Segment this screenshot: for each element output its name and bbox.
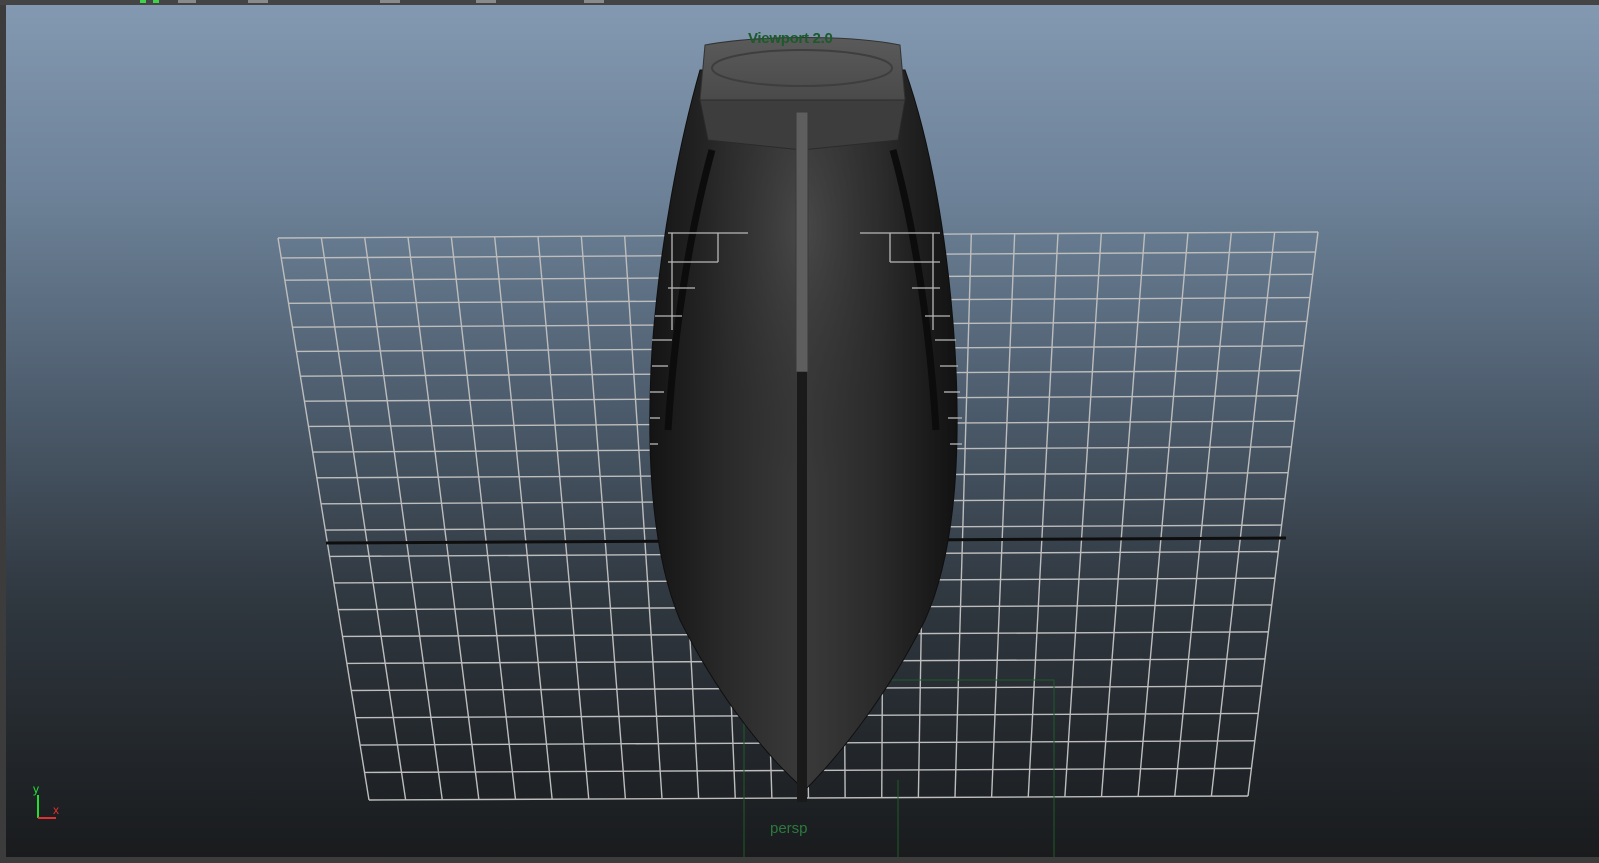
- grid-column-line: [363, 237, 443, 800]
- viewport-scene[interactable]: y x: [0, 0, 1599, 863]
- grid-column-line: [1100, 232, 1146, 797]
- grid-column-line: [1174, 232, 1233, 797]
- viewport-renderer-label: Viewport 2.0: [748, 30, 833, 47]
- grid-column-line: [990, 233, 1016, 798]
- axis-orientation-gizmo: y x: [33, 782, 59, 819]
- camera-name-label: persp: [770, 820, 808, 837]
- grid-column-line: [320, 237, 407, 800]
- axis-y-label: y: [33, 782, 39, 796]
- grid-column-line: [493, 236, 553, 800]
- grid-column-line: [1210, 232, 1276, 797]
- grid-column-line: [954, 233, 973, 798]
- grid-column-line: [277, 237, 370, 801]
- grid-column-line: [1247, 231, 1319, 797]
- grid-column-line: [450, 236, 517, 800]
- grid-column-line: [1064, 233, 1103, 797]
- grid-column-line: [580, 236, 627, 799]
- grid-column-line: [537, 236, 590, 800]
- grid-column-line: [1137, 232, 1189, 797]
- grid-column-line: [407, 237, 480, 800]
- axis-x-label: x: [53, 803, 59, 817]
- viewport-bottom-frame: [0, 857, 1599, 863]
- maya-app-window: y x Viewport 2.0 persp: [0, 0, 1599, 863]
